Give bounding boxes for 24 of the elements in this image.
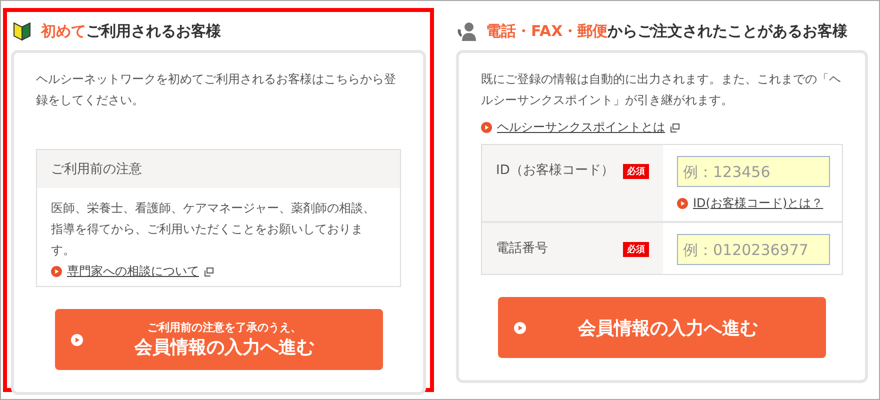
play-icon — [70, 334, 82, 346]
external-link-icon — [204, 266, 214, 276]
link[interactable]: 専門家への相談について — [67, 263, 199, 280]
beginner-mark-icon — [11, 20, 33, 42]
description-text: 既にご登録の情報は自動的に出力されます。また、これまでの「ヘルシーサンクスポイント」が引き継がれます。 — [481, 71, 842, 109]
section-title: 電話・FAX・郵便からご注文されたことがあるお客様 — [486, 22, 848, 40]
field-label: 電話番号 — [496, 240, 548, 257]
required-badge: 必須 — [623, 164, 649, 179]
notice-heading: ご利用前の注意 — [37, 150, 400, 188]
play-icon — [514, 322, 526, 334]
section-title: 初めてご利用されるお客様 — [41, 22, 221, 40]
external-link-icon — [670, 122, 680, 132]
play-icon — [51, 266, 62, 277]
link[interactable]: ヘルシーサンクスポイントとは — [497, 119, 665, 136]
play-icon — [677, 198, 688, 209]
description-text: ヘルシーネットワークを初めてご利用されるお客様はこちらから登録をしてください。 — [36, 71, 397, 109]
field-label: ID（お客様コード） — [496, 162, 614, 179]
input-field[interactable]: 例：0120236977 — [677, 234, 830, 265]
play-icon — [481, 122, 492, 133]
input-field[interactable]: 例：123456 — [677, 156, 830, 187]
link[interactable]: ID(お客様コード)とは？ — [693, 195, 824, 212]
notice-text: 医師、栄養士、看護師、ケアマネージャー、薬剤師の相談、指導を得てから、ご利用いただくことをお願いしております。 — [51, 200, 376, 259]
required-badge: 必須 — [623, 242, 649, 257]
person-phone-icon — [456, 20, 478, 42]
